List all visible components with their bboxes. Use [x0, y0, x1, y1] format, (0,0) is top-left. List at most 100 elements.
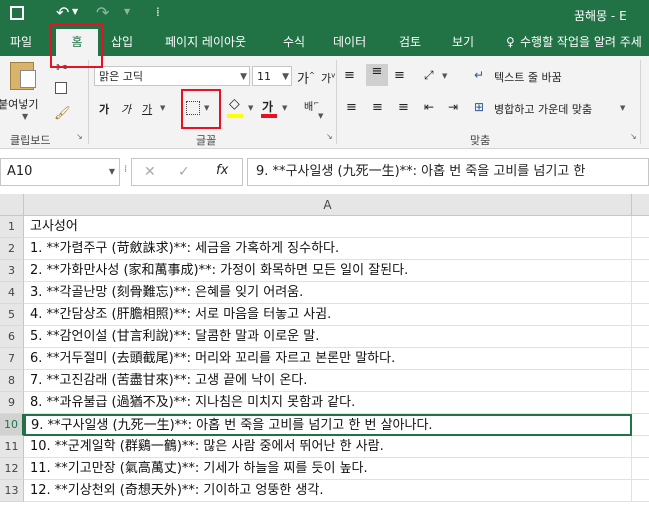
table-cell[interactable]: 6. **거두절미 (去頭截尾)**: 머리와 꼬리를 자르고 본론만 말하다.	[24, 348, 632, 370]
bold-button[interactable]: 가	[99, 101, 109, 117]
insert-function-button[interactable]: fx	[216, 163, 228, 178]
column-header-a[interactable]: A	[24, 194, 632, 216]
chevron-down-icon[interactable]: ▼	[109, 159, 115, 185]
format-painter-icon[interactable]: 🖌	[54, 106, 71, 121]
clipboard-expand-icon[interactable]: ↘	[76, 132, 83, 141]
table-cell-b[interactable]	[632, 458, 649, 480]
row-header[interactable]: 5	[0, 304, 24, 326]
tab-page-layout[interactable]: 페이지 레이아웃	[165, 29, 246, 56]
align-bottom-icon[interactable]: ≡	[394, 68, 405, 83]
enter-icon[interactable]: ✓	[178, 164, 190, 180]
wrap-text-button[interactable]: 텍스트 줄 바꿈	[494, 69, 562, 85]
merge-center-button[interactable]: 병합하고 가운데 맞춤	[494, 101, 592, 117]
table-cell[interactable]: 고사성어	[24, 216, 632, 238]
selected-cell[interactable]: 9. **구사일생 (九死一生)**: 아홉 번 죽을 고비를 넘기고 한 번 …	[24, 414, 632, 436]
table-cell[interactable]: 7. **고진감래 (苦盡甘來)**: 고생 끝에 낙이 온다.	[24, 370, 632, 392]
font-color-icon[interactable]: 가	[262, 98, 273, 115]
row-header[interactable]: 6	[0, 326, 24, 348]
undo-dropdown-icon[interactable]: ▼	[72, 7, 78, 16]
italic-button[interactable]: 가	[121, 101, 131, 117]
table-cell-b[interactable]	[632, 370, 649, 392]
tab-insert[interactable]: 삽입	[111, 29, 133, 56]
paste-button[interactable]: 붙여넣기	[0, 96, 38, 112]
tab-view[interactable]: 보기	[452, 29, 474, 56]
fill-color-icon[interactable]: ◇	[229, 96, 240, 112]
tab-file[interactable]: 파일	[10, 29, 32, 56]
tab-formulas[interactable]: 수식	[283, 29, 305, 56]
customize-toolbar-icon[interactable]: ⁞	[156, 5, 160, 19]
align-middle-icon[interactable]: ≡	[366, 64, 388, 86]
formula-input[interactable]: 9. **구사일생 (九死一生)**: 아홉 번 죽을 고비를 넘기고 한	[247, 158, 649, 186]
phonetic-dropdown-icon[interactable]: ▼	[318, 112, 323, 120]
merge-center-icon[interactable]: ⊞	[474, 100, 484, 114]
formula-bar: A10 ▼ ⁞ ✕ ✓ fx 9. **구사일생 (九死一生)**: 아홉 번 …	[0, 158, 649, 186]
table-cell-b[interactable]	[632, 238, 649, 260]
select-all-button[interactable]	[0, 194, 24, 216]
row-header[interactable]: 3	[0, 260, 24, 282]
formula-bar-grip-icon[interactable]: ⁞	[124, 164, 127, 175]
align-left-icon[interactable]: ≡	[346, 100, 357, 115]
row-header[interactable]: 2	[0, 238, 24, 260]
table-cell-b[interactable]	[632, 414, 649, 436]
align-right-icon[interactable]: ≡	[398, 100, 409, 115]
save-icon[interactable]	[10, 6, 24, 20]
row-header[interactable]: 13	[0, 480, 24, 502]
wrap-text-icon[interactable]: ↵	[474, 68, 484, 82]
row-header[interactable]: 8	[0, 370, 24, 392]
phonetic-icon[interactable]: 배⌐	[304, 98, 319, 113]
increase-indent-icon[interactable]: ⇥	[448, 100, 458, 114]
increase-font-size-icon[interactable]: 가^	[297, 68, 315, 87]
redo-icon[interactable]: ↷	[96, 3, 109, 22]
orientation-dropdown-icon[interactable]: ▼	[442, 72, 447, 80]
table-cell-b[interactable]	[632, 436, 649, 458]
row-header[interactable]: 4	[0, 282, 24, 304]
table-cell-b[interactable]	[632, 392, 649, 414]
name-box[interactable]: A10 ▼	[0, 158, 120, 186]
table-cell[interactable]: 8. **과유불급 (過猶不及)**: 지나침은 미치지 못함과 같다.	[24, 392, 632, 414]
align-top-icon[interactable]: ≡	[344, 68, 355, 83]
table-cell-b[interactable]	[632, 326, 649, 348]
table-cell-b[interactable]	[632, 260, 649, 282]
merge-center-dropdown-icon[interactable]: ▼	[620, 104, 625, 112]
table-cell[interactable]: 11. **기고만장 (氣高萬丈)**: 기세가 하늘을 찌를 듯이 높다.	[24, 458, 632, 480]
cancel-icon[interactable]: ✕	[144, 164, 156, 180]
table-cell-b[interactable]	[632, 216, 649, 238]
row-header[interactable]: 10	[0, 414, 24, 436]
table-cell-b[interactable]	[632, 304, 649, 326]
font-color-dropdown-icon[interactable]: ▼	[282, 104, 287, 112]
undo-icon[interactable]: ↶	[56, 3, 69, 22]
font-expand-icon[interactable]: ↘	[326, 132, 333, 141]
table-cell[interactable]: 4. **간담상조 (肝膽相照)**: 서로 마음을 터놓고 사귐.	[24, 304, 632, 326]
orientation-icon[interactable]: ⤢	[424, 68, 434, 83]
table-cell[interactable]: 1. **가렴주구 (苛斂誅求)**: 세금을 가혹하게 징수하다.	[24, 238, 632, 260]
row-header[interactable]: 9	[0, 392, 24, 414]
row-header[interactable]: 12	[0, 458, 24, 480]
tab-data[interactable]: 데이터	[333, 29, 366, 56]
underline-button[interactable]: 가	[142, 101, 152, 117]
tab-review[interactable]: 검토	[399, 29, 421, 56]
table-cell[interactable]: 5. **감언이설 (甘言利說)**: 달콤한 말과 이로운 말.	[24, 326, 632, 348]
row-header[interactable]: 7	[0, 348, 24, 370]
table-cell[interactable]: 12. **기상천외 (奇想天外)**: 기이하고 엉뚱한 생각.	[24, 480, 632, 502]
table-cell-b[interactable]	[632, 480, 649, 502]
decrease-indent-icon[interactable]: ⇤	[424, 100, 434, 114]
table-cell-b[interactable]	[632, 348, 649, 370]
table-cell[interactable]: 3. **각골난망 (刻骨難忘)**: 은혜를 잊기 어려움.	[24, 282, 632, 304]
table-cell[interactable]: 2. **가화만사성 (家和萬事成)**: 가정이 화목하면 모든 일이 잘된다…	[24, 260, 632, 282]
align-center-icon[interactable]: ≡	[372, 100, 383, 115]
font-name-dropdown[interactable]: 맑은 고딕 ▼	[94, 66, 250, 86]
alignment-expand-icon[interactable]: ↘	[630, 132, 637, 141]
underline-dropdown-icon[interactable]: ▼	[160, 104, 165, 112]
font-size-dropdown[interactable]: 11 ▼	[252, 66, 292, 86]
fill-color-dropdown-icon[interactable]: ▼	[248, 104, 253, 112]
paste-dropdown-icon[interactable]: ▼	[22, 112, 28, 121]
table-cell-b[interactable]	[632, 282, 649, 304]
copy-icon[interactable]	[55, 82, 67, 94]
row-header[interactable]: 1	[0, 216, 24, 238]
column-header-b[interactable]	[632, 194, 649, 216]
table-cell[interactable]: 10. **군계일학 (群鷄一鶴)**: 많은 사람 중에서 뛰어난 한 사람.	[24, 436, 632, 458]
decrease-font-size-icon[interactable]: 가v	[321, 70, 335, 86]
tell-me-search[interactable]: 수행할 작업을 알려 주세	[520, 29, 642, 56]
row-header[interactable]: 11	[0, 436, 24, 458]
redo-dropdown-icon[interactable]: ▼	[124, 7, 130, 16]
